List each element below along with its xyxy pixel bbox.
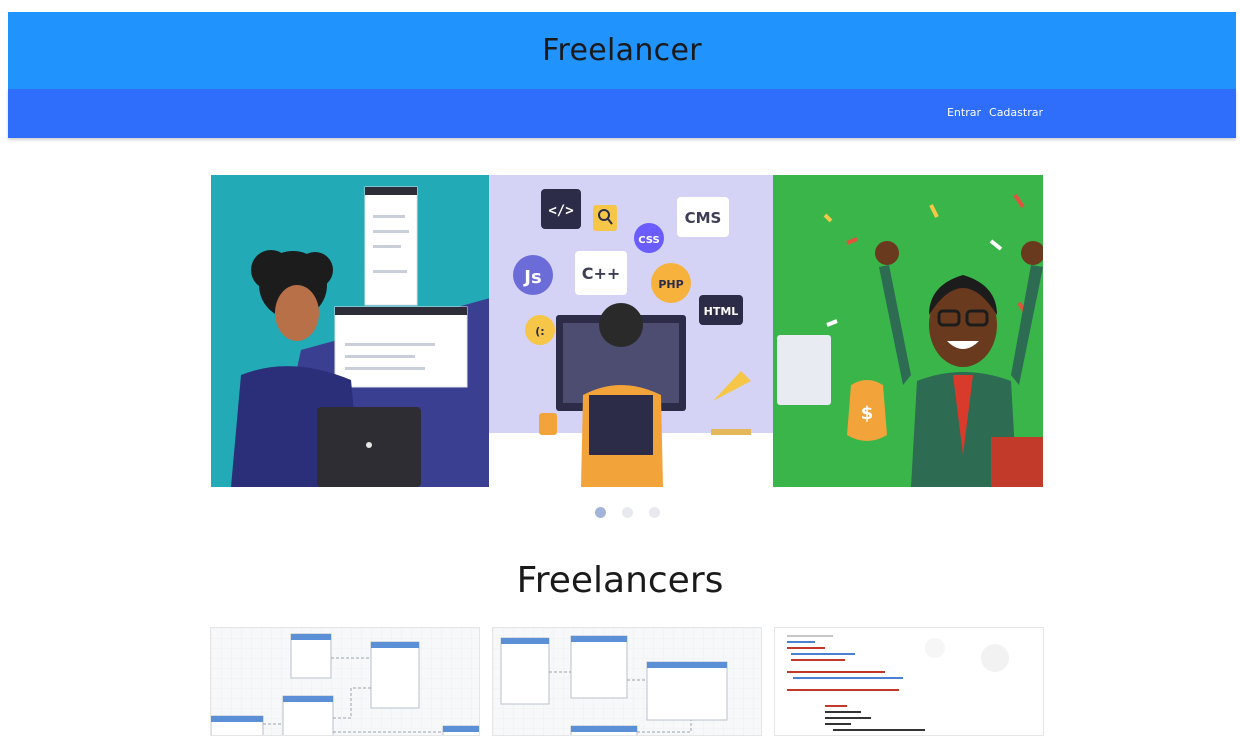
js-badge-icon: Js	[513, 255, 553, 295]
code-window-icon	[334, 306, 468, 388]
js-text: Js	[522, 267, 541, 288]
cpp-text: C++	[582, 264, 621, 283]
site-title: Freelancer	[542, 33, 702, 68]
carousel-indicator-1[interactable]	[595, 507, 606, 518]
database-diagram-thumbnail	[493, 628, 761, 735]
db-table-box	[500, 637, 550, 705]
nav-bar: Entrar Cadastrar	[8, 89, 1236, 138]
emoticon-text: (:	[535, 325, 544, 338]
html-badge-icon: HTML	[699, 295, 743, 325]
db-table-box	[370, 641, 420, 709]
code-editor-thumbnail	[775, 628, 1043, 735]
search-icon	[593, 205, 617, 231]
cms-text: CMS	[685, 209, 722, 227]
carousel-slide-image: </> CMS CSS Js C++ PHP HTML (: $	[211, 175, 1043, 487]
db-table-box	[570, 635, 628, 699]
db-table-box	[570, 725, 638, 735]
code-tag-text: </>	[548, 203, 573, 219]
site-header: Freelancer	[8, 12, 1236, 89]
freelancer-card-1[interactable]	[210, 627, 480, 736]
database-diagram-thumbnail	[211, 628, 479, 735]
css-badge-icon: CSS	[634, 223, 664, 253]
db-table-box	[442, 725, 479, 735]
document-window-icon	[364, 186, 418, 306]
css-text: CSS	[638, 235, 659, 246]
freelancers-heading: Freelancers	[516, 560, 724, 601]
php-badge-icon: PHP	[651, 263, 691, 303]
code-tag-icon: </>	[541, 189, 581, 229]
login-link[interactable]: Entrar	[947, 106, 981, 119]
db-table-box	[211, 715, 264, 735]
freelancer-card-3[interactable]	[774, 627, 1044, 736]
db-table-box	[290, 633, 332, 679]
cms-badge-icon: CMS	[677, 197, 729, 237]
cpp-badge-icon: C++	[575, 251, 627, 295]
register-link[interactable]: Cadastrar	[989, 106, 1043, 119]
carousel-indicators	[595, 507, 660, 518]
db-table-box	[646, 661, 728, 721]
freelancer-card-2[interactable]	[492, 627, 762, 736]
carousel-indicator-2[interactable]	[622, 507, 633, 518]
html-text: HTML	[704, 305, 739, 318]
db-table-box	[282, 695, 334, 735]
emoticon-badge-icon: (:	[525, 315, 555, 345]
carousel-indicator-3[interactable]	[649, 507, 660, 518]
svg-text:$: $	[861, 403, 874, 424]
nav-links: Entrar Cadastrar	[947, 106, 1043, 119]
hero-carousel[interactable]: </> CMS CSS Js C++ PHP HTML (: $	[211, 175, 1043, 487]
php-text: PHP	[658, 278, 683, 291]
